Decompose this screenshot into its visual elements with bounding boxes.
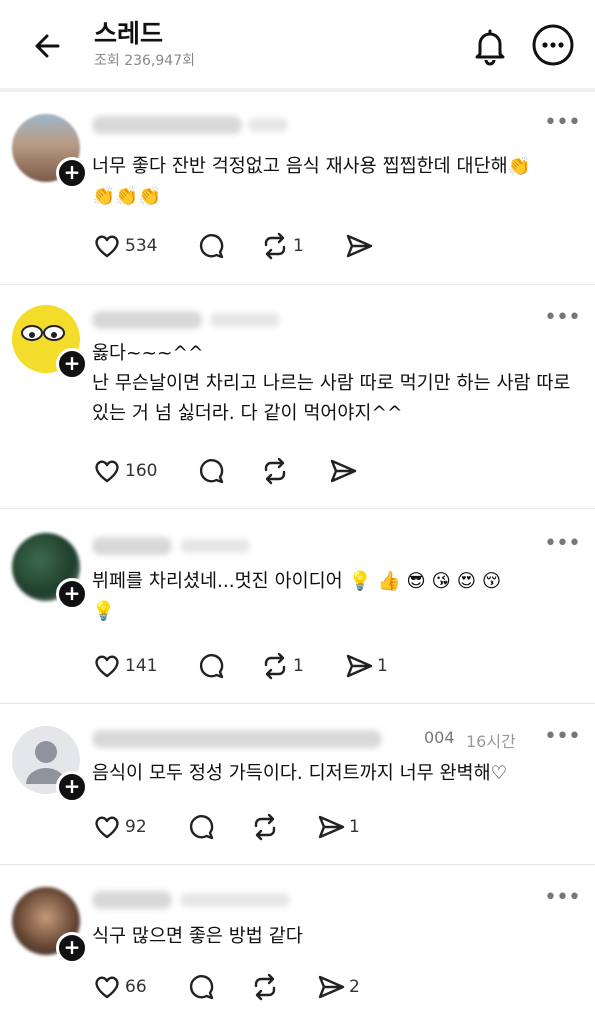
- like-count: 534: [125, 236, 158, 256]
- reply-post: + ••• 너무 좋다 잔반 걱정없고 음식 재사용 찝찝한데 대단해👏 👏👏👏…: [0, 92, 595, 282]
- post-more-icon[interactable]: •••: [544, 531, 581, 556]
- repost-button[interactable]: 1: [260, 231, 304, 261]
- post-text: 너무 좋다 잔반 걱정없고 음식 재사용 찝찝한데 대단해👏 👏👏👏: [92, 156, 531, 207]
- like-count: 66: [125, 977, 147, 997]
- post-time: 16시간: [466, 732, 516, 751]
- send-icon: [330, 459, 357, 483]
- follow-plus-icon[interactable]: +: [56, 157, 88, 189]
- post-more-icon[interactable]: •••: [544, 724, 581, 749]
- repost-icon: [264, 457, 286, 485]
- comment-button[interactable]: [196, 231, 226, 261]
- like-count: 160: [125, 461, 158, 481]
- repost-button[interactable]: 1: [260, 651, 304, 681]
- reply-post: + ••• 뷔페를 차리셨네...멋진 아이디어 💡 👍 😎 😘 😍 😚 💡 1…: [0, 509, 595, 701]
- heart-icon: [95, 976, 119, 999]
- comment-button[interactable]: [196, 456, 226, 486]
- arrow-left-icon[interactable]: [28, 26, 68, 66]
- post-text: 뷔페를 차리셨네...멋진 아이디어 💡 👍 😎 😘 😍 😚 💡: [92, 571, 502, 622]
- username-redacted: [210, 313, 280, 327]
- like-count: 92: [125, 817, 147, 837]
- repost-button[interactable]: [250, 812, 283, 842]
- comment-icon: [199, 654, 224, 679]
- post-more-icon[interactable]: •••: [544, 885, 581, 910]
- follow-plus-icon[interactable]: +: [56, 578, 88, 610]
- username-redacted: [180, 893, 290, 907]
- more-options-icon[interactable]: [530, 22, 576, 68]
- comment-icon: [189, 815, 214, 840]
- repost-icon: [264, 232, 286, 260]
- follow-plus-icon[interactable]: +: [56, 348, 88, 380]
- like-button[interactable]: 534: [92, 231, 157, 261]
- like-button[interactable]: 92: [92, 812, 147, 842]
- like-button[interactable]: 66: [92, 972, 147, 1002]
- comment-icon: [189, 975, 214, 1000]
- username-redacted: [180, 539, 250, 553]
- follow-plus-icon[interactable]: +: [56, 932, 88, 964]
- repost-icon: [254, 973, 276, 1001]
- share-count: 1: [349, 817, 360, 837]
- share-count: 2: [349, 977, 360, 997]
- share-button[interactable]: 1: [344, 651, 388, 681]
- username-redacted: [92, 116, 242, 134]
- send-icon: [318, 815, 345, 839]
- share-button[interactable]: 1: [316, 812, 360, 842]
- share-button[interactable]: [344, 231, 377, 261]
- like-count: 141: [125, 656, 158, 676]
- heart-icon: [95, 816, 119, 839]
- username-redacted: [248, 118, 288, 132]
- heart-icon: [95, 235, 119, 258]
- heart-icon: [95, 460, 119, 483]
- repost-count: 1: [293, 656, 304, 676]
- reply-post: + ••• 식구 많으면 좋은 방법 같다 66 2: [0, 865, 595, 1024]
- post-more-icon[interactable]: •••: [544, 305, 581, 330]
- reply-post: + ••• 옳다~~~^^ 난 무슨날이면 차리고 나르는 사람 따로 먹기만 …: [0, 285, 595, 507]
- post-text: 음식이 모두 정성 가득이다. 디저트까지 너무 완벽해♡: [92, 763, 508, 784]
- comment-icon: [199, 234, 224, 259]
- post-text: 식구 많으면 좋은 방법 같다: [92, 926, 303, 947]
- comment-button[interactable]: [186, 812, 216, 842]
- repost-count: 1: [293, 236, 304, 256]
- like-button[interactable]: 160: [92, 456, 157, 486]
- like-button[interactable]: 141: [92, 651, 157, 681]
- page-title: 스레드: [94, 19, 164, 48]
- follow-plus-icon[interactable]: +: [56, 771, 88, 803]
- repost-button[interactable]: [260, 456, 293, 486]
- send-icon: [346, 234, 373, 258]
- heart-icon: [95, 655, 119, 678]
- comment-button[interactable]: [196, 651, 226, 681]
- repost-icon: [264, 652, 286, 680]
- send-icon: [346, 654, 373, 678]
- username-tail: 004: [424, 728, 455, 747]
- reply-post: + 004 16시간 ••• 음식이 모두 정성 가득이다. 디저트까지 너무 …: [0, 704, 595, 862]
- post-more-icon[interactable]: •••: [544, 110, 581, 135]
- post-text: 옳다~~~^^ 난 무슨날이면 차리고 나르는 사람 따로 먹기만 하는 사람 …: [92, 343, 571, 424]
- send-icon: [318, 975, 345, 999]
- comment-icon: [199, 459, 224, 484]
- repost-button[interactable]: [250, 972, 283, 1002]
- username-redacted: [92, 311, 202, 329]
- username-redacted: [92, 537, 172, 555]
- top-bar: 스레드 조회 236,947회: [0, 0, 595, 88]
- share-count: 1: [377, 656, 388, 676]
- share-button[interactable]: [328, 456, 361, 486]
- view-count: 조회 236,947회: [94, 53, 195, 69]
- share-button[interactable]: 2: [316, 972, 360, 1002]
- repost-icon: [254, 813, 276, 841]
- bell-icon[interactable]: [466, 22, 514, 70]
- username-redacted: [92, 891, 172, 909]
- comment-button[interactable]: [186, 972, 216, 1002]
- username-redacted: [92, 730, 382, 748]
